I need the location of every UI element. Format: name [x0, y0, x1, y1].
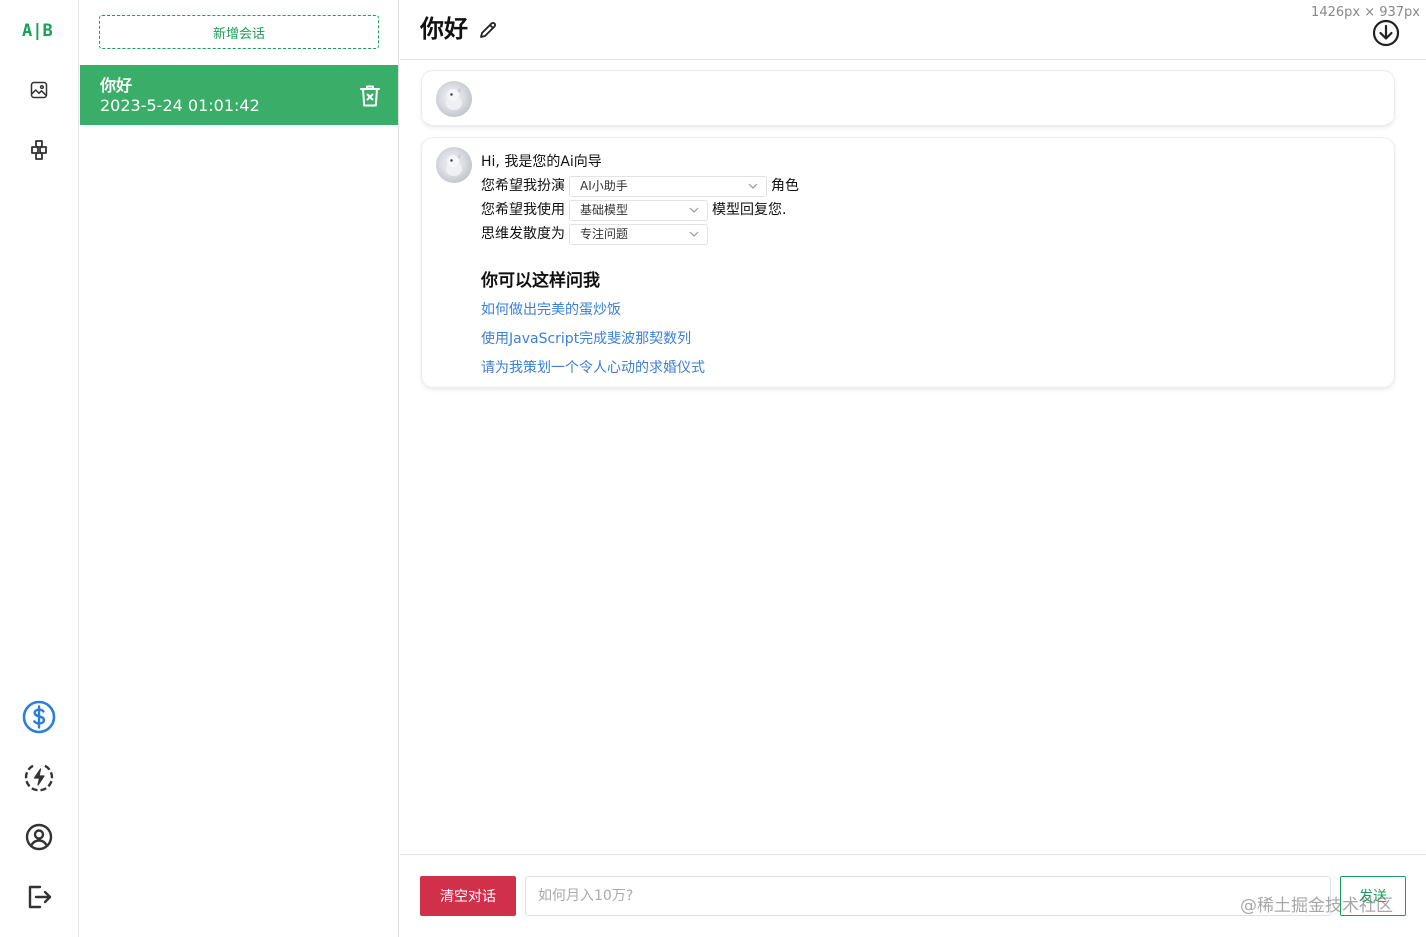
icon-rail: A|B: [0, 0, 79, 937]
delete-session-icon[interactable]: [359, 84, 381, 108]
avatar: [436, 81, 472, 117]
greeting-intro-text: Hi, 我是您的Ai向导: [481, 154, 602, 170]
image-icon[interactable]: [22, 73, 56, 107]
dollar-icon[interactable]: [22, 700, 56, 734]
page-title: 你好: [420, 15, 468, 43]
logout-icon[interactable]: [22, 880, 56, 914]
model-suffix: 模型回复您.: [712, 202, 787, 218]
app-window: A|B 新增会话 你好 2023-5-24 01:01:42 你好 1426px…: [0, 0, 1426, 937]
lightning-icon[interactable]: [22, 760, 56, 794]
divergence-select-value: 专注问题: [580, 227, 629, 241]
message-card-assistant: Hi, 我是您的Ai向导 您希望我扮演 AI小助手 角色 您希望我使用 基础模型: [421, 137, 1395, 388]
role-suffix: 角色: [771, 178, 799, 194]
role-row: 您希望我扮演 AI小助手 角色: [481, 174, 799, 198]
user-icon[interactable]: [22, 820, 56, 854]
message-card-user: [421, 70, 1395, 126]
session-item-active[interactable]: 你好 2023-5-24 01:01:42: [80, 65, 398, 125]
edit-title-icon[interactable]: [478, 20, 498, 40]
model-label: 您希望我使用: [481, 202, 565, 218]
chat-main: 你好 1426px × 937px Hi, 我是您的Ai向导 您希望我扮演 AI…: [400, 0, 1426, 937]
chevron-down-icon: [748, 183, 758, 189]
chevron-down-icon: [689, 207, 699, 213]
divergence-row: 思维发散度为 专注问题: [481, 222, 799, 246]
clear-chat-button[interactable]: 清空对话: [420, 876, 516, 916]
session-time: 2023-5-24 01:01:42: [100, 96, 260, 115]
chevron-down-icon: [689, 231, 699, 237]
chat-input[interactable]: [525, 876, 1331, 916]
chat-header: 你好 1426px × 937px: [400, 0, 1426, 60]
model-select[interactable]: 基础模型: [569, 199, 708, 221]
model-select-value: 基础模型: [580, 203, 629, 217]
suggestions-title: 你可以这样问我: [481, 271, 600, 291]
assistant-message: Hi, 我是您的Ai向导 您希望我扮演 AI小助手 角色 您希望我使用 基础模型: [481, 150, 799, 246]
session-title: 你好: [100, 76, 133, 95]
new-session-button[interactable]: 新增会话: [99, 15, 379, 49]
avatar: [436, 147, 472, 183]
send-button[interactable]: 发送: [1340, 876, 1406, 916]
download-icon[interactable]: [1372, 19, 1400, 47]
model-row: 您希望我使用 基础模型 模型回复您.: [481, 198, 799, 222]
role-select[interactable]: AI小助手: [569, 175, 767, 197]
chat-footer: 清空对话 发送 @稀土掘金技术社区: [400, 854, 1426, 937]
suggestion-link[interactable]: 使用JavaScript完成斐波那契数列: [481, 328, 691, 348]
role-label: 您希望我扮演: [481, 178, 565, 194]
greeting-intro: Hi, 我是您的Ai向导: [481, 150, 799, 174]
role-select-value: AI小助手: [580, 179, 628, 193]
dimension-label: 1426px × 937px: [1311, 5, 1420, 20]
session-list: 新增会话 你好 2023-5-24 01:01:42: [80, 0, 399, 937]
divergence-select[interactable]: 专注问题: [569, 223, 708, 245]
suggestion-link[interactable]: 请为我策划一个令人心动的求婚仪式: [481, 357, 705, 377]
divergence-label: 思维发散度为: [481, 226, 565, 242]
app-logo[interactable]: A|B: [22, 20, 58, 42]
plugin-icon[interactable]: [22, 133, 56, 167]
suggestion-link[interactable]: 如何做出完美的蛋炒饭: [481, 299, 621, 319]
